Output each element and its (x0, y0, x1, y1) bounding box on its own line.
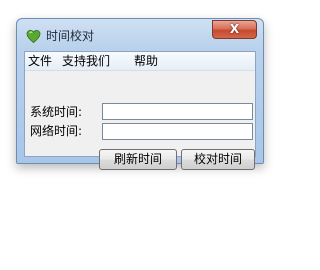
menu-support-us[interactable]: 支持我们 (62, 54, 110, 69)
system-time-label: 系统时间: (30, 105, 83, 119)
network-time-field[interactable] (102, 123, 253, 140)
menu-help[interactable]: 帮助 (134, 54, 158, 69)
network-time-label: 网络时间: (30, 124, 83, 138)
client-area: 文件 支持我们 帮助 系统时间: 网络时间: 刷新时间 校对时间 (24, 51, 256, 170)
system-time-field[interactable] (102, 103, 253, 120)
close-button[interactable]: X (212, 20, 257, 39)
menu-bar: 文件 支持我们 帮助 (25, 52, 255, 71)
title-bar[interactable]: 时间校对 X (17, 19, 263, 51)
heart-icon (26, 30, 41, 44)
refresh-time-button[interactable]: 刷新时间 (99, 149, 177, 170)
window-title: 时间校对 (46, 29, 95, 43)
menu-file[interactable]: 文件 (28, 54, 52, 69)
app-window: 时间校对 X 文件 支持我们 帮助 系统时间: 网络时间: 刷新时间 校对时间 (16, 18, 264, 170)
calibrate-time-button[interactable]: 校对时间 (181, 149, 255, 170)
